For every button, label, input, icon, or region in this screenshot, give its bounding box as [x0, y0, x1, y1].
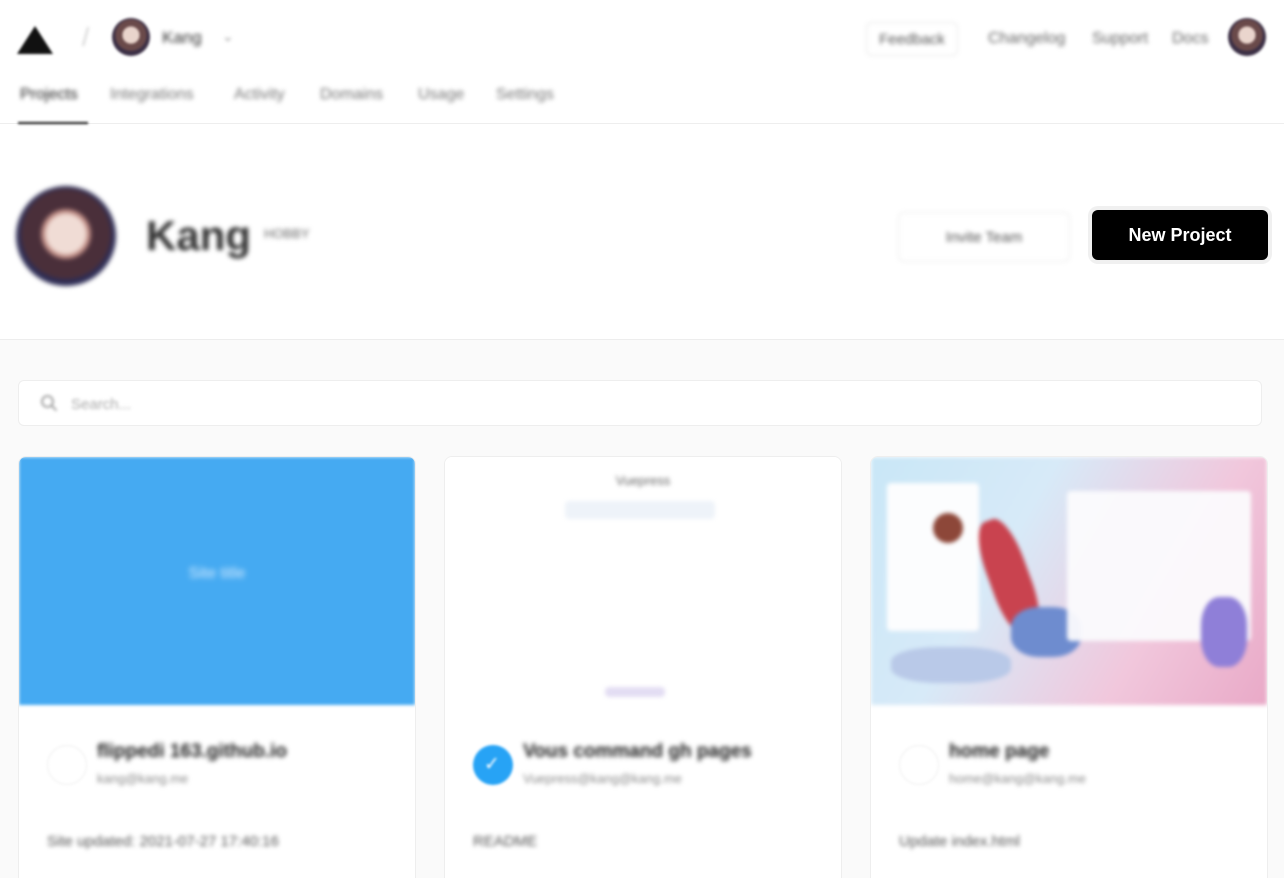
- project-card[interactable]: Site title flippedi 163.github.io kang@k…: [18, 456, 416, 878]
- team-name[interactable]: Kang: [162, 28, 202, 48]
- topbar: / Kang ⌄ Feedback Changelog Support Docs: [0, 0, 1284, 76]
- project-commit-message: Update index.html: [899, 833, 1020, 850]
- profile-avatar: [16, 186, 116, 286]
- tab-integrations[interactable]: Integrations: [110, 86, 194, 104]
- logo-icon[interactable]: [17, 26, 53, 54]
- project-commit-message: README: [473, 833, 538, 850]
- search-input[interactable]: [71, 389, 1221, 419]
- preview-art-shape: [1201, 597, 1247, 667]
- check-icon: [473, 745, 513, 785]
- project-preview[interactable]: [871, 457, 1267, 705]
- preview-profile-panel: [887, 483, 979, 631]
- preview-searchbar: [565, 501, 715, 519]
- search-bar: [18, 380, 1262, 426]
- tab-usage[interactable]: Usage: [418, 86, 464, 104]
- changelog-link[interactable]: Changelog: [988, 30, 1065, 48]
- project-commit-message: Site updated: 2021-07-27 17:40:16: [47, 833, 279, 850]
- tab-settings[interactable]: Settings: [496, 86, 554, 104]
- team-avatar[interactable]: [112, 18, 150, 56]
- project-title[interactable]: Vous command gh pages: [523, 741, 752, 763]
- project-card[interactable]: home page home@kang@kang.me Update index…: [870, 456, 1268, 878]
- user-avatar[interactable]: [1228, 18, 1266, 56]
- tab-bar: Projects Integrations Activity Domains U…: [0, 76, 1284, 124]
- feedback-button[interactable]: Feedback: [866, 22, 958, 56]
- project-subtitle: Vuepress@kang@kang.me: [523, 771, 682, 786]
- search-icon: [41, 395, 57, 411]
- preview-footer: [605, 687, 665, 697]
- plan-badge: HOBBY: [264, 226, 310, 241]
- tab-domains[interactable]: Domains: [320, 86, 383, 104]
- project-title[interactable]: flippedi 163.github.io: [97, 741, 287, 763]
- project-title[interactable]: home page: [949, 741, 1049, 763]
- active-tab-indicator: [18, 122, 88, 124]
- divider-slash: /: [82, 22, 90, 52]
- preview-text: Vuepress: [615, 473, 671, 488]
- preview-art-shape: [891, 647, 1011, 683]
- support-link[interactable]: Support: [1092, 30, 1148, 48]
- project-preview[interactable]: Vuepress: [445, 457, 841, 705]
- project-preview[interactable]: Site title: [19, 457, 415, 705]
- project-subtitle: home@kang@kang.me: [949, 771, 1086, 786]
- invite-team-button[interactable]: Invite Team: [898, 212, 1070, 262]
- project-subtitle: kang@kang.me: [97, 771, 189, 786]
- new-project-button[interactable]: New Project: [1092, 210, 1268, 260]
- preview-avatar: [933, 513, 963, 543]
- project-icon: [899, 745, 939, 785]
- chevron-down-icon[interactable]: ⌄: [222, 28, 234, 45]
- profile-name: Kang: [146, 212, 251, 259]
- tab-activity[interactable]: Activity: [234, 86, 285, 104]
- project-icon: [47, 745, 87, 785]
- project-card[interactable]: Vuepress Vous command gh pages Vuepress@…: [444, 456, 842, 878]
- docs-link[interactable]: Docs: [1172, 30, 1208, 48]
- tab-projects[interactable]: Projects: [20, 86, 78, 104]
- preview-text: Site title: [188, 565, 246, 582]
